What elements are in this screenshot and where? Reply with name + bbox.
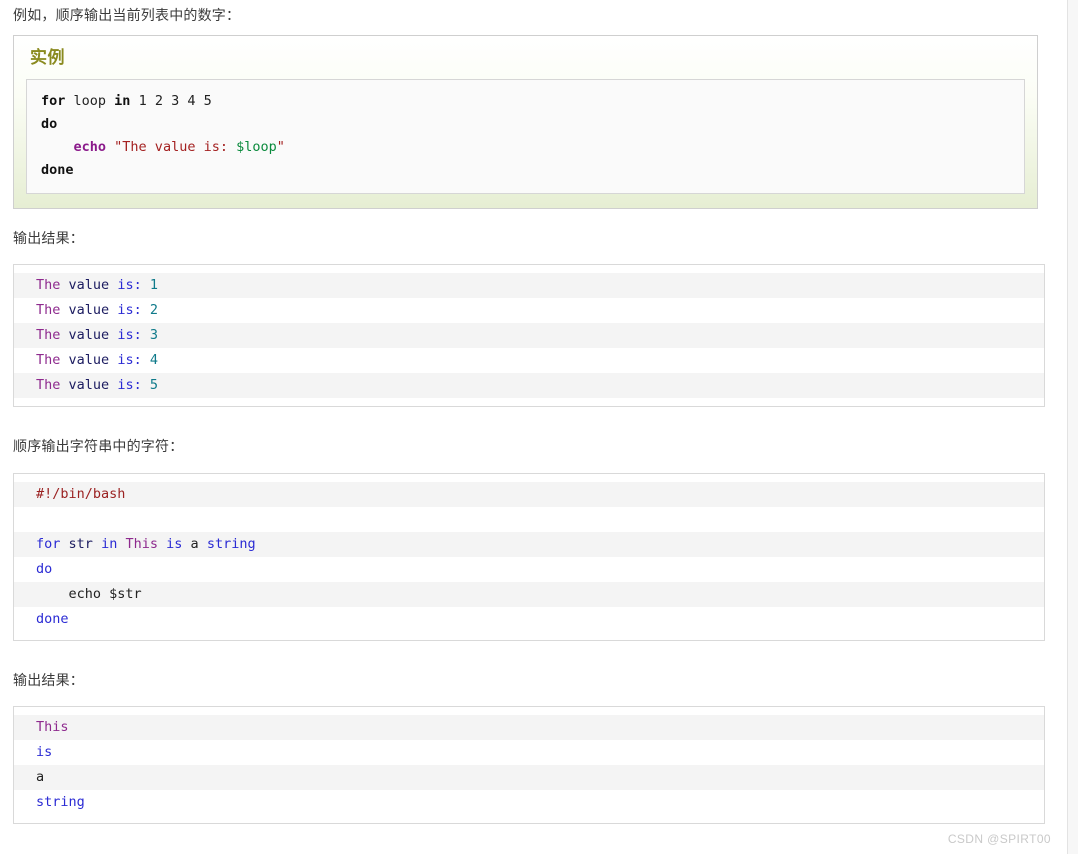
code-token: 5 (149, 377, 158, 394)
example-code-area: for loop in 1 2 3 4 5 do echo "The value… (26, 78, 1025, 194)
code-token: in (101, 535, 118, 552)
code-token: done (36, 610, 69, 627)
code-token: 1 (149, 277, 158, 294)
code-token: is: (117, 377, 142, 394)
code-token: 2 (149, 302, 158, 319)
code-token: a (190, 535, 199, 552)
code-line: a (14, 764, 1044, 790)
code-token: is (36, 743, 53, 760)
code-token: loop (65, 92, 115, 109)
code-token: "The value is: (114, 138, 237, 155)
code-token: is: (117, 302, 142, 319)
code-line: for str in This is a string (14, 531, 1044, 557)
code-token: The (36, 352, 61, 369)
example-box: 实例 for loop in 1 2 3 4 5 do echo "The va… (13, 35, 1038, 209)
code-token: value (68, 352, 110, 369)
code-token: This (125, 535, 158, 552)
example-box-title: 实例 (30, 48, 65, 68)
code-token: a (36, 768, 45, 785)
code-token: echo (73, 138, 107, 155)
code-token: This (36, 718, 69, 735)
code-line: string (14, 789, 1044, 815)
code-line (14, 506, 1044, 532)
code-token: str (68, 535, 93, 552)
example-code: for loop in 1 2 3 4 5 do echo "The value… (41, 90, 1010, 182)
code-line: This (14, 714, 1044, 740)
code-line: The value is: 1 (14, 273, 1044, 299)
intro-paragraph: 例如，顺序输出当前列表中的数字： (13, 7, 241, 23)
code-line: The value is: 4 (14, 348, 1044, 374)
code-token: " (276, 138, 285, 155)
code-token: do (41, 115, 58, 132)
code-token: for (36, 535, 61, 552)
code-line: is (14, 739, 1044, 765)
code-token: #!/bin/bash (36, 485, 126, 502)
code-line: do (14, 556, 1044, 582)
code-token: is: (117, 327, 142, 344)
output-label-1: 输出结果： (13, 229, 84, 246)
code-token: in (114, 92, 131, 109)
code-token: value (68, 302, 110, 319)
csdn-watermark: CSDN @SPIRT00 (947, 832, 1051, 846)
code-line: echo $str (14, 581, 1044, 607)
code-line: The value is: 5 (14, 373, 1044, 399)
script-block: #!/bin/bash for str in This is a string d… (13, 472, 1045, 641)
code-token: done (41, 161, 74, 178)
string-loop-label: 顺序输出字符串中的字符： (13, 438, 184, 455)
code-token: is (166, 535, 183, 552)
page-content: 例如，顺序输出当前列表中的数字： 实例 for loop in 1 2 3 4 … (0, 0, 1068, 854)
code-token: string (36, 793, 85, 810)
code-line: #!/bin/bash (14, 481, 1044, 507)
code-line: done (14, 606, 1044, 632)
code-token: for (41, 92, 66, 109)
code-token: The (36, 327, 61, 344)
code-token: string (206, 535, 256, 552)
code-token: value (68, 377, 110, 394)
code-token: is: (117, 277, 142, 294)
code-token: value (68, 277, 110, 294)
output-label-2: 输出结果： (13, 671, 84, 688)
code-line: The value is: 3 (14, 323, 1044, 349)
output-block-1: The value is: 1 The value is: 2 The value … (13, 264, 1045, 408)
output-block-2: This is a string (13, 705, 1045, 824)
code-token: The (36, 277, 61, 294)
code-token: The (36, 377, 61, 394)
code-token: 3 (149, 327, 158, 344)
code-token: value (68, 327, 110, 344)
code-token: The (36, 302, 61, 319)
code-token: is: (117, 352, 142, 369)
code-line: The value is: 2 (14, 298, 1044, 324)
code-token: $loop (236, 138, 277, 155)
code-token: do (36, 560, 53, 577)
code-token: echo $str (68, 585, 142, 602)
page-scrollbar[interactable] (1068, 0, 1078, 854)
code-token: 4 (149, 352, 158, 369)
code-token: 1 2 3 4 5 (130, 92, 212, 109)
